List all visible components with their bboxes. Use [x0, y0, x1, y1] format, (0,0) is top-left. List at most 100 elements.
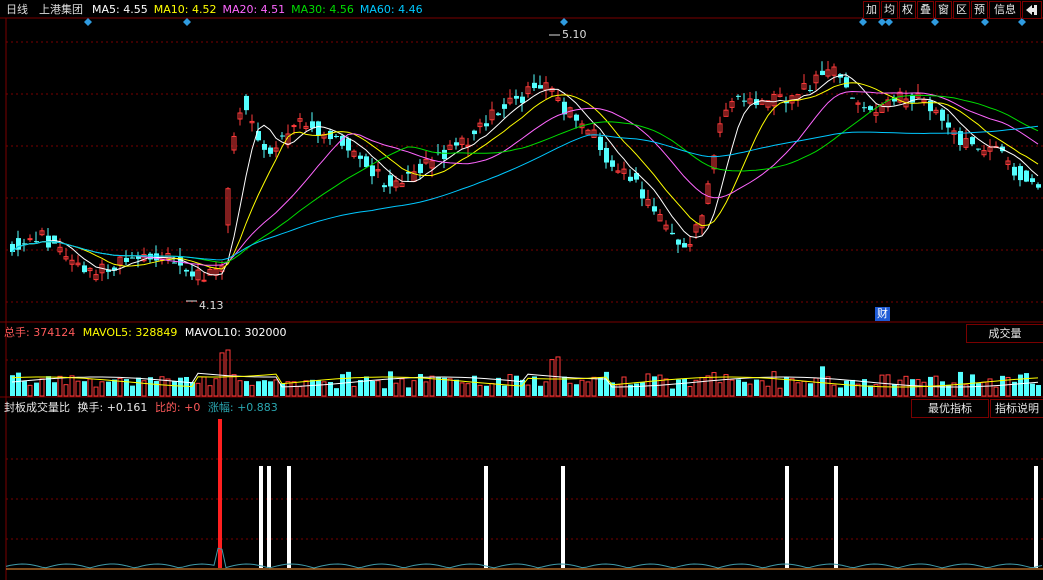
volume-bar-up: [321, 381, 327, 397]
rights-button[interactable]: 权: [899, 1, 916, 19]
volume-bar-down: [484, 385, 489, 396]
candle-down: [808, 90, 813, 92]
volume-bar-down: [970, 374, 975, 396]
volume-bar-up: [717, 382, 723, 397]
volume-bar-up: [729, 379, 735, 397]
volume-bar-down: [676, 379, 681, 396]
candle-down: [1036, 184, 1041, 188]
candle-up: [27, 238, 33, 241]
volume-bar-up: [285, 381, 291, 397]
total-volume-value: 374124: [33, 326, 76, 339]
volume-bar-up: [207, 385, 213, 397]
forecast-button[interactable]: 预: [971, 1, 988, 19]
volume-bar-up: [351, 385, 357, 397]
volume-bar-down: [574, 384, 579, 396]
volume-bar-down: [268, 381, 273, 396]
volume-bar-down: [346, 371, 351, 396]
indicator-bar-white: [1034, 466, 1038, 568]
info-button[interactable]: 信息: [989, 1, 1021, 19]
ma-legend-item: MA5: 4.55: [92, 3, 148, 16]
ma-label: MA60:: [359, 3, 395, 16]
volume-bar-up: [57, 375, 63, 397]
volume-bar-down: [736, 379, 741, 396]
indicator-name: 封板成交量比: [4, 401, 70, 414]
indicator-legend: 封板成交量比 换手: +0.161 比的: +0 涨幅: +0.883: [4, 401, 278, 415]
volume-bar-down: [976, 383, 981, 396]
volume-bar-up: [201, 376, 207, 397]
volume-bar-up: [879, 374, 885, 397]
volume-bar-down: [172, 381, 177, 396]
period-label: 日线: [6, 3, 28, 16]
volume-bar-down: [358, 379, 363, 396]
range-button[interactable]: 区: [953, 1, 970, 19]
volume-bar-down: [808, 383, 813, 396]
indicator-help-button[interactable]: 指标说明: [990, 399, 1043, 418]
volume-bar-down: [1030, 383, 1035, 396]
volume-bar-down: [130, 385, 135, 396]
volume-bar-up: [39, 378, 45, 397]
candle-down: [472, 130, 477, 135]
volume-bar-down: [436, 377, 441, 396]
candle-down: [262, 144, 267, 150]
volume-bar-up: [291, 381, 297, 397]
volume-bar-up: [795, 382, 801, 397]
candle-down: [670, 232, 675, 235]
candle-down: [280, 135, 285, 137]
add-button[interactable]: 加: [863, 1, 880, 19]
volume-bar-down: [892, 384, 897, 396]
candle-down: [334, 136, 339, 138]
candle-down: [370, 165, 375, 177]
volume-bar-up: [771, 371, 777, 397]
kline-chart[interactable]: [0, 0, 1043, 580]
indicator-bar-white: [484, 466, 488, 568]
volume-bar-down: [340, 374, 345, 396]
candle-down: [604, 147, 609, 163]
average-button[interactable]: 均: [881, 1, 898, 19]
ratio-value: +0: [184, 401, 201, 414]
volume-bar-up: [165, 378, 171, 397]
best-indicator-button[interactable]: 最优指标: [911, 399, 989, 418]
volume-bar-down: [838, 387, 843, 396]
candle-down: [532, 82, 537, 89]
candle-down: [514, 95, 519, 99]
window-button[interactable]: 窗: [935, 1, 952, 19]
volume-bar-up: [687, 386, 693, 397]
candle-down: [676, 239, 681, 245]
candle-down: [742, 100, 747, 102]
candle-down: [1030, 178, 1035, 183]
indicator-bar-white: [785, 466, 789, 568]
volume-indicator-button[interactable]: 成交量: [966, 324, 1043, 343]
volume-bar-up: [447, 378, 453, 397]
volume-bar-up: [759, 380, 765, 397]
candle-down: [640, 189, 645, 199]
indicator-bar-white: [834, 466, 838, 568]
volume-bar-up: [981, 381, 987, 397]
turnover-label: 换手:: [77, 401, 104, 414]
change-label: 涨幅:: [207, 401, 234, 414]
finance-event-marker[interactable]: 财: [875, 307, 890, 321]
exit-icon[interactable]: [1022, 1, 1042, 19]
candle-down: [496, 113, 501, 116]
ma-value: 4.55: [119, 3, 148, 16]
volume-bar-up: [477, 384, 483, 397]
volume-bar-down: [52, 382, 57, 396]
ma-legend: MA5: 4.55 MA10: 4.52 MA20: 4.51 MA30: 4.56 M…: [92, 3, 429, 17]
volume-bar-up: [69, 375, 75, 397]
volume-bar-down: [502, 385, 507, 396]
volume-bar-up: [87, 378, 93, 397]
candle-down: [820, 70, 825, 76]
volume-bar-down: [454, 379, 459, 396]
overlay-button[interactable]: 叠: [917, 1, 934, 19]
volume-bar-up: [75, 380, 81, 397]
volume-bar-down: [868, 385, 873, 396]
event-diamond-icon: [859, 18, 867, 26]
volume-bar-up: [489, 383, 495, 397]
volume-bar-down: [244, 381, 249, 396]
price-high-label: 5.10: [562, 28, 587, 41]
candle-down: [652, 206, 657, 212]
volume-bar-up: [303, 380, 309, 397]
volume-bar-up: [543, 381, 549, 397]
volume-bar-up: [237, 380, 243, 397]
mavol5-label: MAVOL5:: [82, 326, 132, 339]
volume-bar-down: [682, 378, 687, 396]
